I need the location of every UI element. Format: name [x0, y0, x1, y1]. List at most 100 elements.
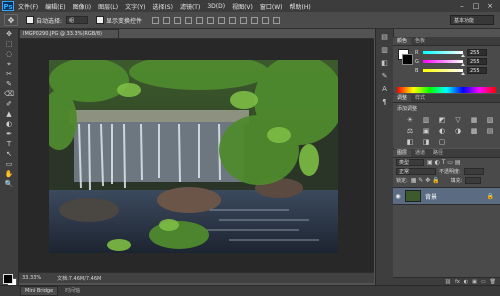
tab-styles[interactable]: 样式 — [411, 95, 429, 102]
marquee-tool-icon[interactable]: ⬚ — [3, 40, 15, 49]
align-bottom-icon[interactable] — [174, 16, 182, 24]
delete-layer-icon[interactable]: 🗑 — [490, 278, 496, 285]
timeline-tab[interactable]: 时间轴 — [61, 287, 84, 295]
menu-filter[interactable]: 滤镜(T) — [180, 2, 200, 11]
brightness-contrast-icon[interactable]: ☀ — [405, 116, 415, 124]
layer-kind-filter[interactable]: 类型 — [396, 159, 424, 166]
distribute-top-icon[interactable] — [218, 16, 226, 24]
distribute-left-icon[interactable] — [251, 16, 259, 24]
stamp-tool-icon[interactable]: ▲ — [3, 110, 15, 119]
history-panel-icon[interactable]: ▤ — [379, 32, 390, 42]
menu-select[interactable]: 选择(S) — [152, 2, 173, 11]
exposure-icon[interactable]: ▽ — [453, 116, 463, 124]
move-tool-preset-icon[interactable]: ✥ — [4, 14, 18, 26]
blend-mode-dropdown[interactable]: 正常 — [396, 168, 436, 175]
paragraph-panel-icon[interactable]: ¶ — [379, 97, 390, 107]
layer-row-background[interactable]: ◉ 背景 🔒 — [393, 187, 500, 205]
menu-window[interactable]: 窗口(W) — [260, 2, 283, 11]
layer-style-icon[interactable]: fx — [455, 278, 460, 285]
menu-help[interactable]: 帮助(H) — [290, 2, 311, 11]
brush-panel-icon[interactable]: ✎ — [379, 71, 390, 81]
lock-icons[interactable]: ▦ ✎ ✥ 🔒 — [411, 177, 440, 184]
color-spectrum-bar[interactable] — [397, 87, 496, 93]
quick-select-tool-icon[interactable]: ⌖ — [3, 60, 15, 69]
close-button[interactable]: × — [484, 1, 496, 11]
properties-panel-icon[interactable]: ▥ — [379, 45, 390, 55]
align-vcenter-icon[interactable] — [163, 16, 171, 24]
color-balance-icon[interactable]: ⚖ — [405, 127, 415, 135]
eyedropper-tool-icon[interactable]: ✎ — [3, 80, 15, 89]
menu-type[interactable]: 文字(Y) — [125, 2, 145, 11]
auto-select-dropdown[interactable]: 组 — [66, 16, 89, 24]
menu-edit[interactable]: 编辑(E) — [45, 2, 65, 11]
show-transform-checkbox[interactable] — [96, 16, 105, 24]
document-tab[interactable]: IMGP0290.JPG @ 33.3%(RGB/8) — [19, 29, 119, 38]
opacity-field[interactable] — [463, 168, 484, 175]
threshold-icon[interactable]: ◨ — [421, 138, 431, 146]
menu-file[interactable]: 文件(F) — [18, 2, 38, 11]
crop-tool-icon[interactable]: ✂ — [3, 70, 15, 79]
tab-layers[interactable]: 图层 — [393, 150, 412, 157]
type-tool-icon[interactable]: T — [3, 140, 15, 149]
distribute-hcenter-icon[interactable] — [262, 16, 270, 24]
filter-icons[interactable]: ▣ ◐ T ▭ ▤ — [427, 159, 461, 166]
distribute-right-icon[interactable] — [273, 16, 281, 24]
menu-3d[interactable]: 3D(D) — [207, 3, 225, 10]
maximize-button[interactable]: □ — [470, 1, 482, 11]
hue-saturation-icon[interactable]: ▧ — [485, 116, 495, 124]
document-photo[interactable] — [49, 60, 338, 253]
channel-b-value[interactable]: 255 — [467, 67, 487, 74]
move-tool-icon[interactable]: ✥ — [3, 30, 15, 39]
foreground-color-swatch[interactable] — [3, 274, 13, 284]
tab-adjustments[interactable]: 调整 — [393, 95, 412, 102]
photo-filter-icon[interactable]: ◐ — [437, 127, 447, 135]
character-panel-icon[interactable]: A — [379, 84, 390, 94]
layer-mask-icon[interactable]: ▣ — [472, 278, 477, 285]
channel-mixer-icon[interactable]: ◑ — [453, 127, 463, 135]
channel-g-value[interactable]: 255 — [467, 58, 487, 65]
zoom-tool-icon[interactable]: 🔍 — [3, 180, 15, 189]
new-layer-icon[interactable]: ▭ — [481, 278, 486, 285]
color-lookup-icon[interactable]: ▩ — [469, 127, 479, 135]
menu-view[interactable]: 视图(V) — [232, 2, 253, 11]
align-left-icon[interactable] — [185, 16, 193, 24]
channel-b-slider[interactable] — [423, 69, 465, 75]
link-layers-icon[interactable]: ⛓ — [445, 278, 451, 285]
fill-field[interactable] — [465, 177, 482, 184]
info-panel-icon[interactable]: ◧ — [379, 58, 390, 68]
gradient-map-icon[interactable]: ▢ — [437, 138, 447, 146]
color-background-swatch[interactable] — [402, 54, 413, 65]
tab-color[interactable]: 颜色 — [393, 38, 412, 45]
curves-icon[interactable]: ◩ — [437, 116, 447, 124]
eye-icon[interactable]: ◉ — [393, 193, 403, 200]
dodge-tool-icon[interactable]: ◐ — [3, 120, 15, 129]
channel-r-slider[interactable] — [423, 51, 465, 57]
black-white-icon[interactable]: ▣ — [421, 127, 431, 135]
shape-tool-icon[interactable]: ▭ — [3, 160, 15, 169]
adjustment-layer-icon[interactable]: ◐ — [464, 278, 468, 285]
workspace-switcher[interactable]: 基本功能 — [450, 15, 494, 25]
tab-paths[interactable]: 路径 — [429, 150, 447, 157]
healing-brush-tool-icon[interactable]: ⌫ — [3, 90, 15, 99]
path-select-tool-icon[interactable]: ↖ — [3, 150, 15, 159]
distribute-vcenter-icon[interactable] — [229, 16, 237, 24]
channel-r-value[interactable]: 255 — [467, 49, 487, 56]
auto-select-checkbox[interactable] — [26, 16, 34, 24]
channel-g-slider[interactable] — [423, 60, 465, 66]
posterize-icon[interactable]: ◧ — [405, 138, 415, 146]
menu-layer[interactable]: 图层(L) — [98, 2, 118, 11]
invert-icon[interactable]: ▤ — [485, 127, 495, 135]
lasso-tool-icon[interactable]: ◌ — [3, 50, 15, 59]
menu-image[interactable]: 图像(I) — [73, 2, 91, 11]
brush-tool-icon[interactable]: ✐ — [3, 100, 15, 109]
distribute-bottom-icon[interactable] — [240, 16, 248, 24]
tab-swatches[interactable]: 色板 — [411, 38, 429, 45]
levels-icon[interactable]: ▥ — [421, 116, 431, 124]
minimize-button[interactable]: – — [456, 1, 468, 11]
vibrance-icon[interactable]: ▦ — [469, 116, 479, 124]
align-right-icon[interactable] — [207, 16, 215, 24]
tab-channels[interactable]: 通道 — [411, 150, 429, 157]
zoom-level[interactable]: 33.33% — [22, 275, 41, 281]
hand-tool-icon[interactable]: ✋ — [3, 170, 15, 179]
align-top-icon[interactable] — [152, 16, 160, 24]
